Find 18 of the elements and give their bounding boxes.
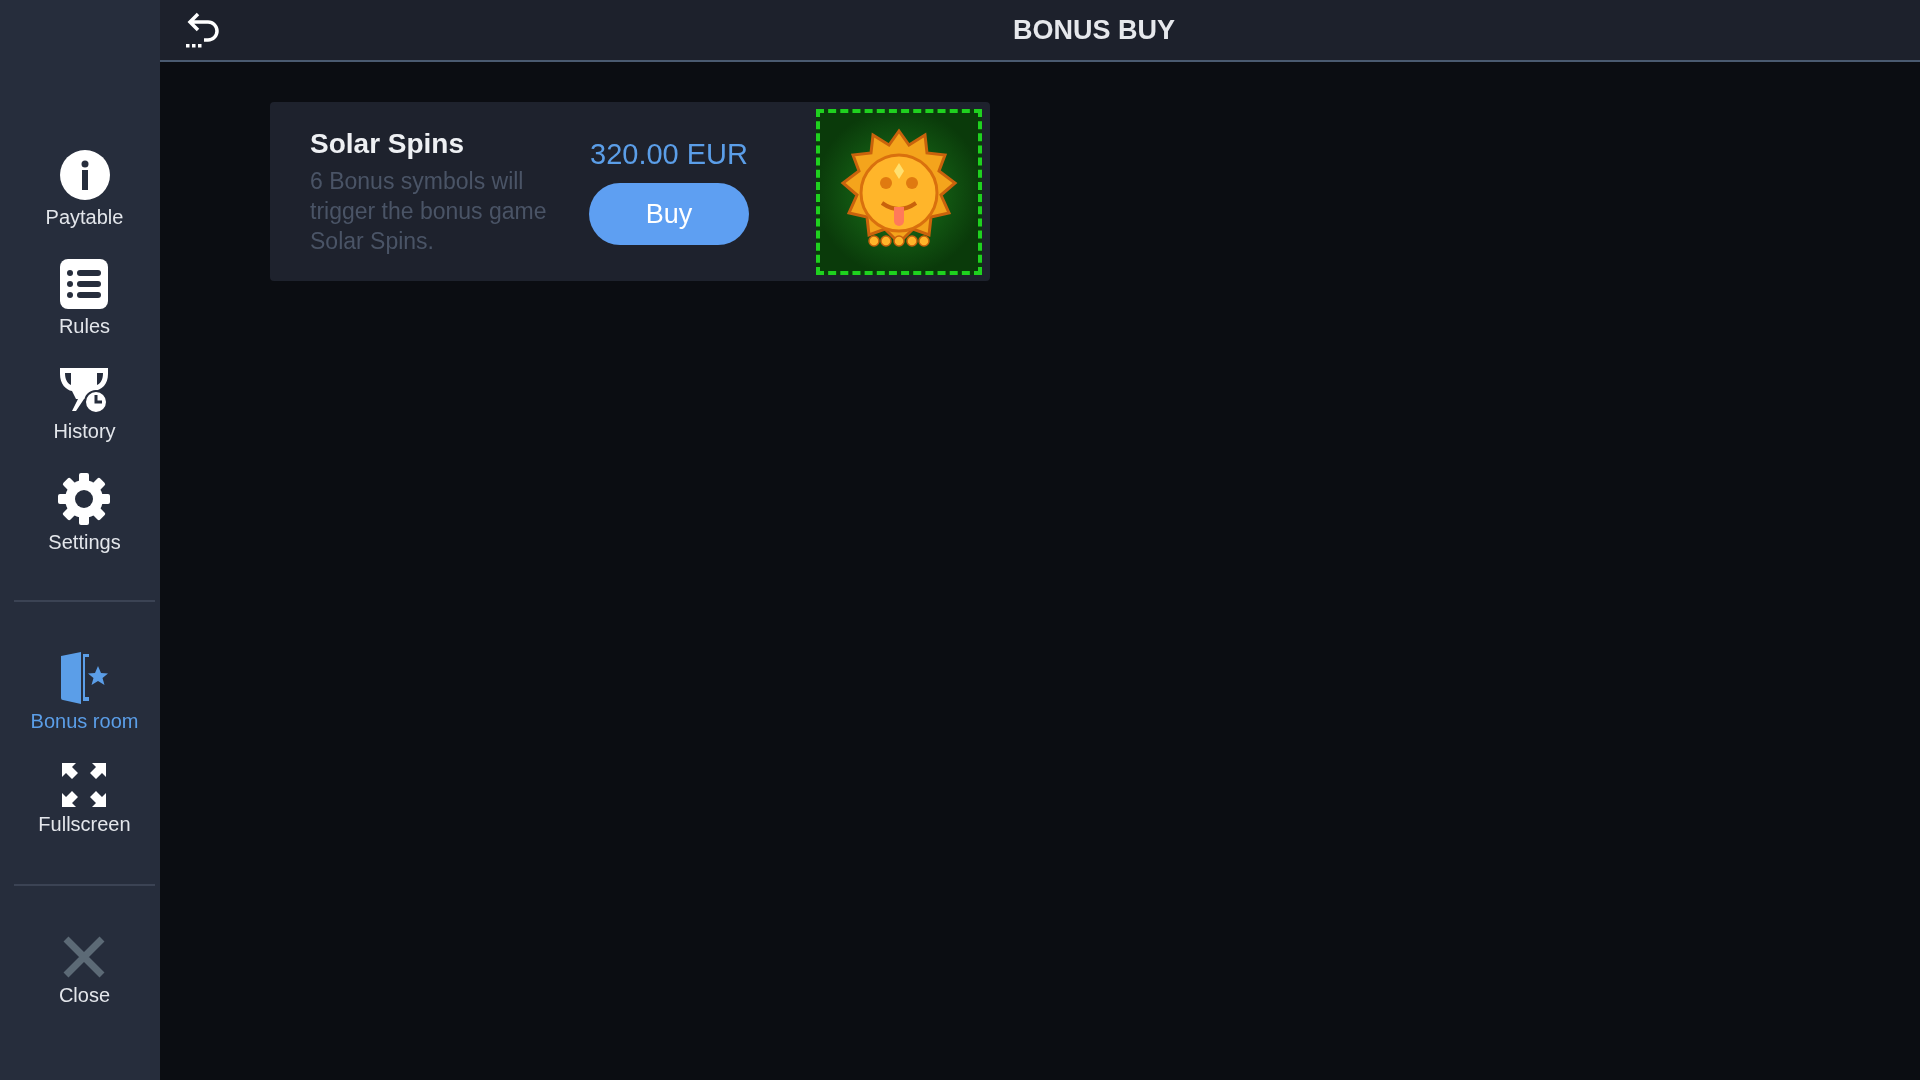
close-icon	[63, 936, 106, 978]
page-title: BONUS BUY	[1013, 14, 1175, 46]
list-icon	[60, 259, 109, 309]
trophy-clock-icon	[58, 368, 111, 414]
sidebar-item[interactable]: Paytable	[45, 150, 124, 229]
info-icon	[59, 150, 110, 200]
sidebar-item[interactable]: Settings	[48, 473, 121, 554]
bonus-price: 320.00 EUR	[590, 138, 748, 171]
bonus-description: 6 Bonus symbols will trigger the bonus game Solar Spins.	[310, 166, 548, 256]
sidebar-item[interactable]: Bonus room	[30, 652, 139, 733]
sidebar-item[interactable]: Fullscreen	[38, 763, 131, 836]
sidebar-item[interactable]: History	[53, 368, 116, 443]
sidebar-item[interactable]: Close	[58, 936, 111, 1007]
bonus-title: Solar Spins	[310, 127, 466, 160]
settings-icon	[58, 473, 111, 525]
fullscreen-icon	[62, 763, 107, 807]
door-star-icon	[60, 652, 109, 704]
sidebar-item[interactable]: Rules	[58, 259, 111, 338]
